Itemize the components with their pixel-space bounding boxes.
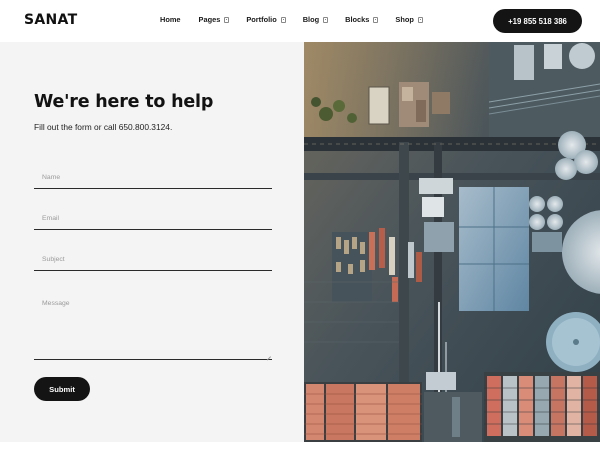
- dropdown-icon: [373, 16, 379, 23]
- main-nav: Home Pages Portfolio Blog Blocks Shop: [160, 15, 423, 24]
- nav-item-portfolio[interactable]: Portfolio: [246, 15, 286, 24]
- submit-button[interactable]: Submit: [34, 377, 90, 401]
- nav-item-label: Blocks: [345, 15, 370, 24]
- site-header: SANAT Home Pages Portfolio Blog Blocks S…: [0, 0, 600, 42]
- phone-button[interactable]: +19 855 518 386: [493, 9, 582, 33]
- subject-field-wrapper: [34, 248, 272, 271]
- subject-field[interactable]: [34, 248, 272, 271]
- aerial-industrial-photo: [304, 42, 600, 442]
- email-field[interactable]: [34, 207, 272, 230]
- logo[interactable]: SANAT: [24, 12, 77, 28]
- name-field[interactable]: [34, 166, 272, 189]
- nav-item-blog[interactable]: Blog: [302, 15, 329, 24]
- nav-item-pages[interactable]: Pages: [199, 15, 230, 24]
- name-field-wrapper: [34, 166, 272, 189]
- message-field-wrapper: [34, 290, 272, 360]
- nav-item-label: Home: [160, 15, 181, 24]
- dropdown-icon: [280, 16, 286, 23]
- nav-item-shop[interactable]: Shop: [395, 15, 423, 24]
- contact-form-panel: We're here to help Fill out the form or …: [0, 42, 304, 442]
- dropdown-icon: [417, 16, 423, 23]
- nav-item-blocks[interactable]: Blocks: [345, 15, 379, 24]
- dropdown-icon: [224, 16, 230, 23]
- email-field-wrapper: [34, 207, 272, 230]
- nav-item-label: Blog: [302, 15, 320, 24]
- aerial-photo-illustration: [304, 42, 600, 442]
- nav-item-label: Pages: [198, 15, 221, 24]
- nav-item-label: Portfolio: [246, 15, 277, 24]
- page-title: We're here to help: [34, 92, 214, 112]
- nav-item-label: Shop: [395, 15, 414, 24]
- dropdown-icon: [323, 16, 329, 23]
- nav-item-home[interactable]: Home: [160, 15, 181, 24]
- resize-handle-icon[interactable]: [266, 352, 271, 357]
- form-subtitle: Fill out the form or call 650.800.3124.: [34, 122, 173, 132]
- message-field[interactable]: [34, 290, 272, 359]
